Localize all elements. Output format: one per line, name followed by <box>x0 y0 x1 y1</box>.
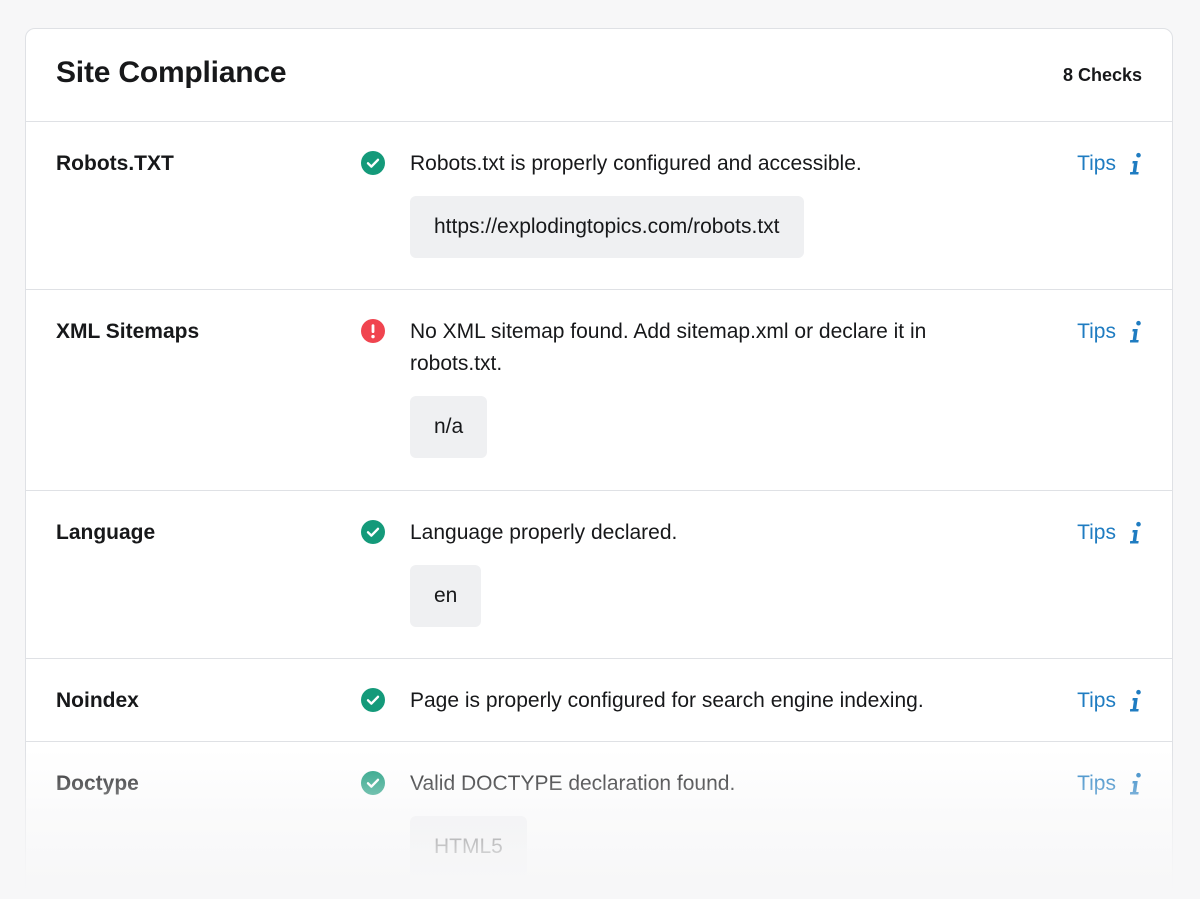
info-icon[interactable] <box>1130 772 1144 796</box>
check-circle-icon <box>361 688 385 712</box>
check-message: Valid DOCTYPE declaration found. <box>410 772 736 795</box>
check-body: Language properly declared. en <box>410 517 1010 627</box>
page: Site Compliance 8 Checks Robots.TXT Robo… <box>0 0 1200 899</box>
check-row-noindex: Noindex Page is properly configured for … <box>26 659 1172 742</box>
info-icon[interactable] <box>1130 152 1144 176</box>
exclamation-circle-icon <box>361 319 385 343</box>
check-body: Robots.txt is properly configured and ac… <box>410 148 1010 258</box>
tips-label: Tips <box>1077 320 1116 343</box>
check-circle-icon <box>361 151 385 175</box>
tips-label: Tips <box>1077 152 1116 175</box>
check-name: Robots.TXT <box>56 152 174 175</box>
tips-link[interactable]: Tips <box>1077 319 1144 345</box>
check-value: n/a <box>410 396 488 458</box>
check-row-xml-sitemaps: XML Sitemaps No XML sitemap found. Add s… <box>26 290 1172 491</box>
tips-link[interactable]: Tips <box>1077 771 1144 797</box>
check-value: en <box>410 565 482 627</box>
check-message: Page is properly configured for search e… <box>410 689 924 712</box>
check-name: Doctype <box>56 772 139 795</box>
check-value: https://explodingtopics.com/robots.txt <box>410 196 804 258</box>
check-name: Language <box>56 521 156 544</box>
check-circle-icon <box>361 520 385 544</box>
tips-link[interactable]: Tips <box>1077 520 1144 546</box>
tips-link[interactable]: Tips <box>1077 151 1144 177</box>
tips-label: Tips <box>1077 772 1116 795</box>
info-icon[interactable] <box>1130 320 1144 344</box>
check-circle-icon <box>361 771 385 795</box>
check-name: Noindex <box>56 689 139 712</box>
check-message: No XML sitemap found. Add sitemap.xml or… <box>410 320 927 375</box>
tips-label: Tips <box>1077 521 1116 544</box>
check-row-robots-txt: Robots.TXT Robots.txt is properly config… <box>26 122 1172 290</box>
check-value: HTML5 <box>410 816 527 878</box>
check-body: No XML sitemap found. Add sitemap.xml or… <box>410 316 1010 458</box>
info-icon[interactable] <box>1130 521 1144 545</box>
card-title: Site Compliance <box>56 56 287 89</box>
tips-link[interactable]: Tips <box>1077 688 1144 714</box>
card-header: Site Compliance 8 Checks <box>26 29 1172 122</box>
info-icon[interactable] <box>1130 689 1144 713</box>
check-name: XML Sitemaps <box>56 320 200 343</box>
check-row-doctype: Doctype Valid DOCTYPE declaration found.… <box>26 742 1172 899</box>
check-body: Valid DOCTYPE declaration found. HTML5 <box>410 768 1010 878</box>
check-row-language: Language Language properly declared. en … <box>26 491 1172 659</box>
check-count: 8 Checks <box>1062 65 1142 85</box>
check-body: Page is properly configured for search e… <box>410 685 1060 717</box>
check-message: Language properly declared. <box>410 521 678 544</box>
tips-label: Tips <box>1077 689 1116 712</box>
site-compliance-card: Site Compliance 8 Checks Robots.TXT Robo… <box>25 28 1173 899</box>
check-message: Robots.txt is properly configured and ac… <box>410 152 862 175</box>
